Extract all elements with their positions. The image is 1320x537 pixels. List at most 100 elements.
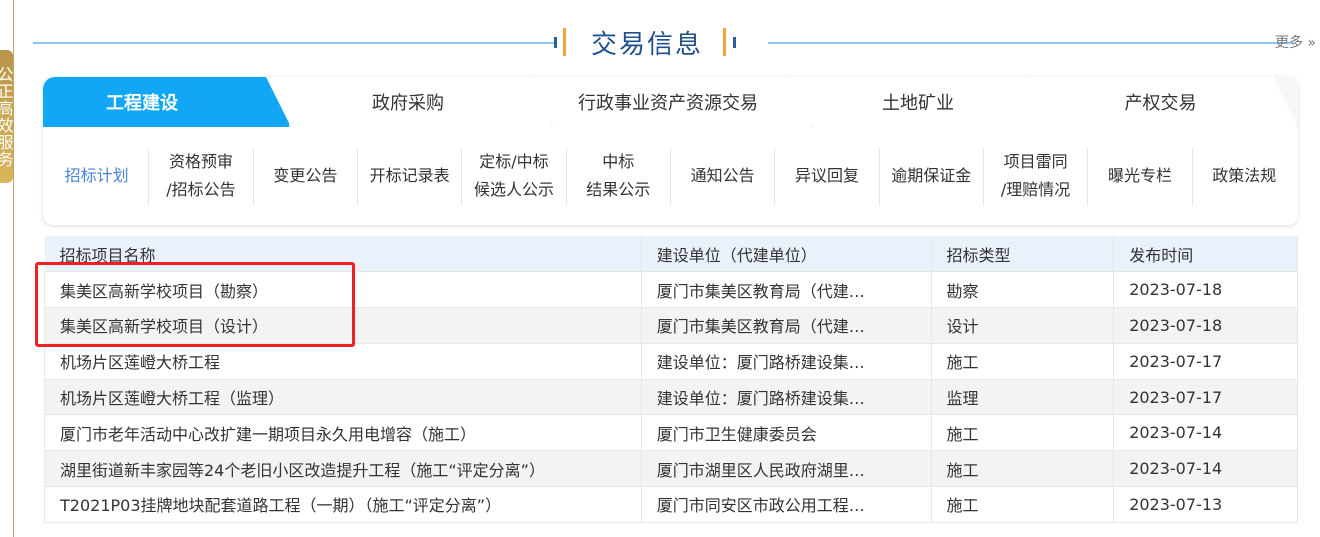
subnav-label: 资格预审/招标公告 — [166, 148, 235, 204]
header-bar — [563, 28, 566, 56]
subnav-item[interactable]: 逾期保证金 — [878, 147, 983, 205]
builder-cell: 厦门市同安区市政公用工程… — [641, 486, 932, 523]
tab-engineering[interactable]: 工程建设 — [43, 77, 291, 127]
header-tick — [554, 37, 557, 48]
more-link[interactable]: 更多 » — [1275, 32, 1316, 52]
header-tick — [733, 37, 736, 48]
subnav-label: 招标计划 — [65, 162, 129, 190]
builder-cell: 厦门市湖里区人民政府湖里… — [641, 450, 932, 488]
subnav-item[interactable]: 资格预审/招标公告 — [148, 147, 252, 205]
tab-property-rights[interactable]: 产权交易 — [1023, 77, 1298, 127]
subnav-item[interactable]: 定标/中标候选人公示 — [461, 147, 565, 205]
subnav-item[interactable]: 曝光专栏 — [1087, 147, 1191, 205]
table-row[interactable]: T2021P03挂牌地块配套道路工程（一期）（施工“评定分离”） 厦门市同安区市政… — [44, 486, 1298, 523]
subnav-item[interactable]: 变更公告 — [252, 147, 357, 205]
subnav-label-line: 中标 — [602, 152, 635, 171]
subnav-label: 逾期保证金 — [891, 162, 971, 190]
builder-cell: 建设单位：厦门路桥建设集… — [641, 379, 932, 416]
date-cell: 2023-07-18 — [1113, 307, 1298, 344]
date-cell: 2023-07-17 — [1113, 343, 1298, 380]
section-header: 交易信息 更多 » — [33, 20, 1320, 64]
subnav-label-line: 逾期保证金 — [891, 166, 972, 185]
subnav-item[interactable]: 招标计划 — [45, 148, 148, 205]
side-divider — [13, 0, 14, 537]
subnav-item[interactable]: 项目雷同/理赔情况 — [982, 147, 1087, 205]
type-cell: 设计 — [931, 307, 1115, 344]
header-line-left — [33, 42, 556, 44]
date-cell: 2023-07-18 — [1113, 271, 1298, 309]
project-name-cell[interactable]: 厦门市老年活动中心改扩建一期项目永久用电增容（施工） — [44, 414, 642, 452]
subnav-label: 异议回复 — [795, 162, 859, 190]
date-cell: 2023-07-13 — [1113, 486, 1298, 523]
table-header-row: 招标项目名称 建设单位（代建单位） 招标类型 发布时间 — [44, 236, 1298, 273]
subnav-label-line: 定标/中标 — [479, 152, 549, 171]
col-project-name: 招标项目名称 — [44, 236, 642, 273]
type-cell: 施工 — [931, 486, 1115, 523]
type-cell: 勘察 — [931, 271, 1115, 309]
subnav-label: 项目雷同/理赔情况 — [1001, 148, 1070, 204]
builder-cell: 厦门市卫生健康委员会 — [641, 414, 932, 452]
header-line-right — [768, 42, 1293, 44]
subnav-label: 政策法规 — [1212, 162, 1276, 190]
subnav-label-line: /招标公告 — [166, 180, 236, 199]
project-name-cell[interactable]: 机场片区莲嶝大桥工程 — [44, 343, 642, 380]
table-row[interactable]: 机场片区莲嶝大桥工程（监理） 建设单位：厦门路桥建设集… 监理 2023-07-17 — [44, 379, 1298, 416]
date-cell: 2023-07-14 — [1113, 414, 1298, 452]
builder-cell: 厦门市集美区教育局（代建… — [641, 307, 932, 344]
table-row[interactable]: 湖里街道新丰家园等24个老旧小区改造提升工程（施工“评定分离”） 厦门市湖里区人民… — [44, 450, 1298, 488]
tab-admin-assets[interactable]: 行政事业资产资源交易 — [523, 77, 813, 127]
subnav-label-line: 结果公示 — [586, 180, 651, 199]
side-tab-service[interactable]: 公正高效服务 — [0, 50, 13, 183]
subnav-item[interactable]: 开标记录表 — [356, 147, 461, 205]
subnav-item[interactable]: 政策法规 — [1191, 147, 1296, 205]
col-date: 发布时间 — [1113, 236, 1298, 273]
type-cell: 施工 — [931, 414, 1115, 452]
header-bar — [723, 28, 726, 56]
table-row[interactable]: 厦门市老年活动中心改扩建一期项目永久用电增容（施工） 厦门市卫生健康委员会 施工 20… — [44, 414, 1298, 452]
subnav-label-line: 项目雷同 — [1003, 152, 1068, 171]
subnav-label-line: 变更公告 — [273, 166, 338, 185]
subnav-label: 开标记录表 — [370, 162, 450, 190]
subnav-label: 曝光专栏 — [1108, 162, 1172, 190]
col-builder: 建设单位（代建单位） — [641, 236, 932, 273]
sub-navigation: 招标计划 资格预审/招标公告 变更公告 开标记录表 定标/中标 候选人公示 中标 结果公示 通知… — [43, 127, 1298, 225]
type-cell: 施工 — [931, 343, 1115, 380]
date-cell: 2023-07-17 — [1113, 379, 1298, 416]
subnav-item[interactable]: 异议回复 — [774, 147, 878, 205]
subnav-label: 定标/中标候选人公示 — [474, 148, 554, 204]
section-title: 交易信息 — [591, 30, 704, 60]
table-row[interactable]: 集美区高新学校项目（设计） 厦门市集美区教育局（代建… 设计 2023-07-18 — [44, 307, 1298, 344]
tab-gov-procurement[interactable]: 政府采购 — [263, 77, 553, 127]
subnav-label-line: 开标记录表 — [369, 166, 450, 185]
project-name-cell[interactable]: T2021P03挂牌地块配套道路工程（一期）（施工“评定分离”） — [44, 486, 642, 523]
table-row[interactable]: 集美区高新学校项目（勘察） 厦门市集美区教育局（代建… 勘察 2023-07-18 — [44, 271, 1298, 309]
subnav-label-line: 曝光专栏 — [1107, 166, 1172, 185]
subnav-item[interactable]: 中标 结果公示 — [565, 147, 670, 205]
subnav-label-line: 政策法规 — [1212, 166, 1277, 185]
project-name-cell[interactable]: 集美区高新学校项目（设计） — [44, 307, 642, 344]
category-tabs: 土地矿业 产权交易 行政事业资产资源交易 政府采购 工程建设 — [43, 77, 1298, 127]
tab-land-mining[interactable]: 土地矿业 — [783, 77, 1053, 127]
subnav-label-line: 资格预审 — [168, 152, 233, 171]
subnav-label-line: 候选人公示 — [473, 180, 554, 199]
builder-cell: 厦门市集美区教育局（代建… — [641, 271, 932, 309]
type-cell: 施工 — [931, 450, 1115, 488]
subnav-label: 通知公告 — [691, 162, 755, 190]
project-name-cell[interactable]: 集美区高新学校项目（勘察） — [44, 271, 642, 309]
tender-table: 招标项目名称 建设单位（代建单位） 招标类型 发布时间 集美区高新学校项目（勘察… — [44, 236, 1298, 523]
project-name-cell[interactable]: 湖里街道新丰家园等24个老旧小区改造提升工程（施工“评定分离”） — [44, 450, 642, 488]
type-cell: 监理 — [931, 379, 1115, 416]
subnav-label-line: 异议回复 — [794, 166, 859, 185]
subnav-label-line: 通知公告 — [690, 166, 755, 185]
subnav-label-line: /理赔情况 — [1000, 180, 1071, 199]
subnav-label-line: 招标计划 — [64, 166, 129, 185]
builder-cell: 建设单位：厦门路桥建设集… — [641, 343, 932, 380]
project-name-cell[interactable]: 机场片区莲嶝大桥工程（监理） — [44, 379, 642, 416]
col-type: 招标类型 — [931, 236, 1115, 273]
subnav-item[interactable]: 通知公告 — [669, 147, 774, 205]
subnav-label: 中标 结果公示 — [586, 148, 650, 204]
table-row[interactable]: 机场片区莲嶝大桥工程 建设单位：厦门路桥建设集… 施工 2023-07-17 — [44, 343, 1298, 380]
date-cell: 2023-07-14 — [1113, 450, 1298, 488]
subnav-label: 变更公告 — [273, 162, 337, 190]
trade-panel: 土地矿业 产权交易 行政事业资产资源交易 政府采购 工程建设 招标计划 资格预审 /… — [43, 77, 1298, 225]
